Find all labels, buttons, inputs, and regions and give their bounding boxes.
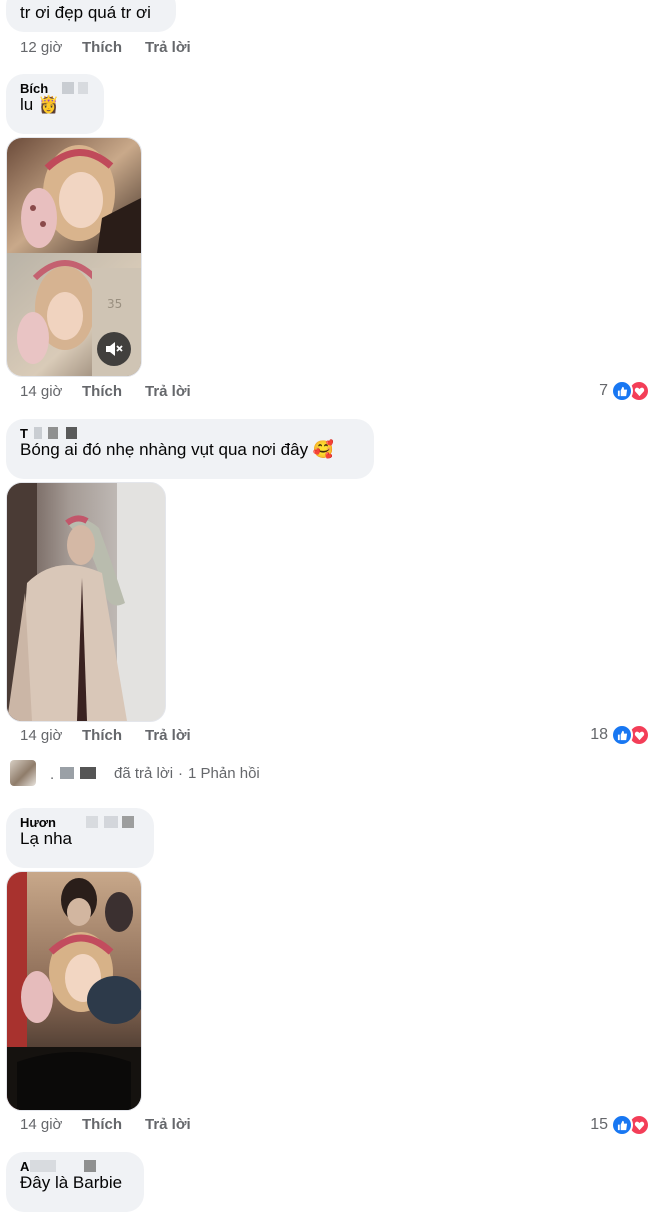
reply-link[interactable]: Trả lời — [145, 383, 191, 400]
reply-author: . — [50, 766, 108, 783]
comment-actions: 14 giờ Thích Trả lời — [20, 383, 191, 400]
view-replies-link[interactable]: . đã trả lời · 1 Phản hồi — [10, 760, 260, 786]
comment-text: tr ơi đẹp quá tr ơi — [20, 3, 151, 22]
comment-author[interactable]: Bích — [20, 82, 90, 94]
like-icon — [611, 1114, 633, 1136]
like-icon — [611, 724, 633, 746]
separator: · — [178, 764, 184, 782]
svg-text:35: 35 — [107, 297, 122, 311]
reaction-summary[interactable]: 18 — [590, 724, 650, 746]
comment-actions: 12 giờ Thích Trả lời — [20, 39, 191, 56]
speaker-muted-icon — [106, 342, 123, 356]
comment-author[interactable]: A — [20, 1160, 130, 1172]
avatar — [10, 760, 36, 786]
like-icon — [611, 380, 633, 402]
reply-count: 1 Phản hồi — [188, 764, 260, 782]
comment-actions: 14 giờ Thích Trả lời — [20, 1116, 191, 1133]
reply-link[interactable]: Trả lời — [145, 1116, 191, 1133]
reply-link[interactable]: Trả lời — [145, 727, 191, 744]
comment-photo[interactable] — [6, 482, 166, 722]
comment-bubble: A Đây là Barbie — [6, 1152, 144, 1212]
comment-author[interactable]: Hươn — [20, 816, 140, 828]
comment-bubble: T Bóng ai đó nhẹ nhàng vụt qua nơi đây 🥰 — [6, 419, 374, 479]
comment-text: lu 👸 — [20, 95, 60, 114]
comment-video[interactable]: 35 — [6, 137, 142, 377]
comment-bubble: Hươn Lạ nha — [6, 808, 154, 868]
comment-time[interactable]: 14 giờ — [20, 727, 82, 744]
photo-image — [7, 872, 141, 1110]
reaction-summary[interactable]: 7 — [599, 380, 650, 402]
like-link[interactable]: Thích — [82, 383, 145, 400]
comment-time[interactable]: 14 giờ — [20, 383, 82, 400]
comment-text: Bóng ai đó nhẹ nhàng vụt qua nơi đây 🥰 — [20, 440, 334, 459]
reaction-count: 15 — [590, 1116, 608, 1133]
comment-photo[interactable] — [6, 871, 142, 1111]
comment-bubble: Bích lu 👸 — [6, 74, 104, 134]
reaction-count: 7 — [599, 382, 608, 399]
reply-link[interactable]: Trả lời — [145, 39, 191, 56]
reaction-count: 18 — [590, 726, 608, 743]
comment-author[interactable]: T — [20, 427, 360, 439]
photo-image — [7, 483, 165, 721]
like-link[interactable]: Thích — [82, 39, 145, 56]
like-link[interactable]: Thích — [82, 727, 145, 744]
comment-text: Lạ nha — [20, 829, 72, 848]
comment-actions: 14 giờ Thích Trả lời — [20, 727, 191, 744]
comment-time[interactable]: 14 giờ — [20, 1116, 82, 1133]
comment-text: Đây là Barbie — [20, 1173, 123, 1192]
reply-action: đã trả lời — [114, 764, 174, 782]
mute-button[interactable] — [97, 332, 131, 366]
like-link[interactable]: Thích — [82, 1116, 145, 1133]
reaction-summary[interactable]: 15 — [590, 1114, 650, 1136]
comment-time[interactable]: 12 giờ — [20, 39, 82, 56]
comment-bubble: tr ơi đẹp quá tr ơi — [6, 0, 176, 32]
